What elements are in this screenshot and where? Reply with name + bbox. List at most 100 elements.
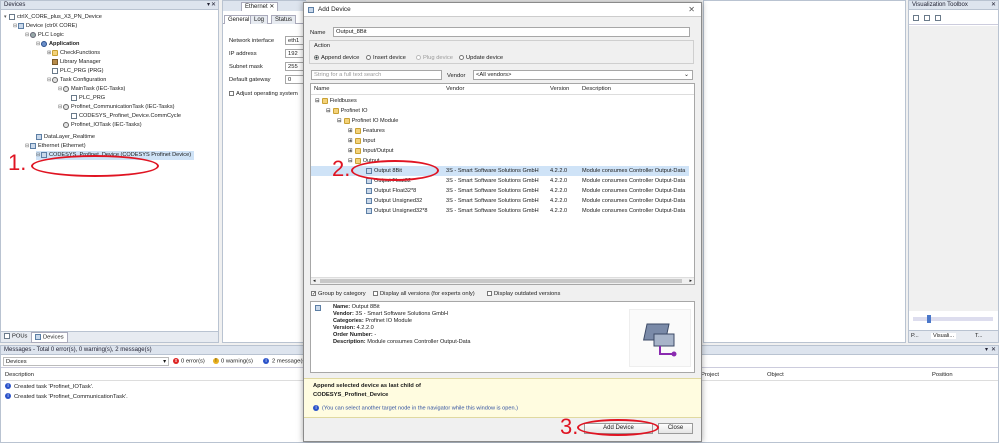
scroll-right-icon[interactable]: ▸	[689, 278, 692, 284]
tree-item-checkfunctions[interactable]: ⊞ CheckFunctions	[47, 49, 100, 58]
radio-append-device[interactable]: Append device	[314, 55, 359, 61]
message-row[interactable]: i Created task 'Profinet_IOTask'.	[5, 383, 94, 392]
radio-update-device[interactable]: Update device	[459, 55, 503, 61]
tree-item-plc-logic[interactable]: ⊟ PLC Logic	[25, 31, 64, 40]
tree-item-plc-prg[interactable]: PLC_PRG (PRG)	[52, 67, 104, 76]
toolbox-sort-icon[interactable]	[935, 15, 941, 21]
close-icon[interactable]: ✕	[688, 5, 695, 14]
device-list-row[interactable]: ⊟ Profinet IO	[311, 106, 689, 116]
adjust-os-checkbox[interactable]: Adjust operating system	[229, 91, 298, 97]
tab-p[interactable]: P...	[911, 333, 919, 339]
device-list-row[interactable]: ⊟ Profinet IO Module	[311, 116, 689, 126]
tree-item-datalayer[interactable]: DataLayer_Realtime	[36, 133, 95, 142]
device-list-row[interactable]: ⊟ Fieldbuses	[311, 96, 689, 106]
device-list-row[interactable]: ⊞ Input	[311, 136, 689, 146]
vendor-select[interactable]: <All vendors> ⌄	[473, 70, 693, 80]
collapse-icon[interactable]: ⊟	[326, 108, 331, 114]
expand-icon[interactable]: ⊞	[348, 148, 353, 154]
ethernet-editor: Ethernet ✕ General Log Status Network in…	[222, 0, 307, 343]
panel-menu-icon[interactable]: ▾	[985, 346, 988, 355]
info-version: 4.2.2.0	[356, 325, 374, 331]
tree-label: Task Configuration	[60, 77, 107, 83]
checkbox-checked-icon[interactable]: ✓	[311, 291, 316, 297]
tab-devices[interactable]: Devices	[31, 332, 68, 343]
expand-icon[interactable]: ⊞	[348, 138, 353, 144]
tree-item-comm-task[interactable]: ⊟ Profinet_CommunicationTask (IEC-Tasks)	[58, 103, 175, 112]
toolbox-toolbar	[909, 11, 998, 25]
tree-item-task-config[interactable]: ⊟ Task Configuration	[47, 76, 106, 85]
subtab-status[interactable]: Status	[271, 15, 297, 24]
radio-icon[interactable]	[459, 55, 464, 60]
close-icon[interactable]: ✕	[211, 1, 216, 10]
col-version[interactable]: Version	[550, 86, 569, 92]
errors-filter[interactable]: x0 error(s)	[173, 358, 205, 365]
device-list-row[interactable]: Output Unsigned32*8 3S - Smart Software S…	[311, 206, 689, 216]
device-list-row[interactable]: ⊞ Input/Output	[311, 146, 689, 156]
col-name[interactable]: Name	[314, 86, 329, 92]
close-icon[interactable]: ✕	[991, 1, 996, 10]
device-name-text: Features	[362, 128, 385, 134]
message-source-select[interactable]: Devices ▾	[3, 357, 169, 366]
toolbox-view-icon[interactable]	[913, 15, 919, 21]
message-row[interactable]: i Created task 'Profinet_CommunicationTas…	[5, 393, 128, 402]
task-icon	[63, 85, 69, 92]
device-list-row[interactable]: Output Unsigned32 3S - Smart Software Sol…	[311, 196, 689, 206]
slider-thumb-icon[interactable]	[927, 315, 931, 323]
messages-filter[interactable]: i2 message(s)	[263, 358, 307, 365]
tree-item-maintask[interactable]: ⊟ MainTask (IEC-Tasks)	[58, 85, 125, 94]
tab-pous[interactable]: POUs	[4, 333, 27, 340]
profinet-device-icon	[41, 151, 47, 158]
group-by-category-checkbox[interactable]: ✓ Group by category	[311, 291, 366, 297]
tab-visualization[interactable]: Visuali...	[931, 333, 957, 339]
tree-item-application[interactable]: ⊟ Application	[36, 40, 79, 49]
collapse-icon[interactable]: ⊟	[315, 98, 320, 104]
radio-selected-icon[interactable]	[314, 55, 319, 60]
warnings-filter[interactable]: ! 0 warning(s)	[213, 358, 253, 365]
tab-ethernet[interactable]: Ethernet ✕	[241, 2, 279, 11]
tree-item-ethernet[interactable]: ⊟ Ethernet (Ethernet)	[25, 142, 86, 151]
checkbox-icon[interactable]	[487, 291, 492, 296]
tree-item-library-manager[interactable]: Library Manager	[52, 58, 101, 67]
radio-insert-device[interactable]: Insert device	[366, 55, 406, 61]
collapse-icon[interactable]: ⊟	[337, 118, 342, 124]
toolbox-slider[interactable]	[913, 315, 993, 323]
subtab-log[interactable]: Log	[250, 15, 269, 24]
tree-item-commcycle[interactable]: CODESYS_Profinet_Device.CommCycle	[71, 112, 181, 121]
dropdown-icon[interactable]: ▾	[163, 358, 166, 366]
device-list-row[interactable]: ⊞ Features	[311, 126, 689, 136]
close-tab-icon[interactable]: ✕	[269, 4, 274, 10]
close-icon[interactable]: ✕	[991, 346, 996, 355]
col-position[interactable]: Position	[932, 372, 953, 378]
device-list-row[interactable]: Output Float32*8 3S - Smart Software Solu…	[311, 186, 689, 196]
folder-icon	[52, 49, 58, 56]
tree-item-maintask-plc-prg[interactable]: PLC_PRG	[71, 94, 105, 103]
errors-count: 0 error(s)	[181, 358, 205, 365]
toolbox-title-text: Visualization Toolbox	[912, 2, 968, 8]
col-object[interactable]: Object	[767, 372, 784, 378]
close-button[interactable]: Close	[658, 423, 693, 434]
scroll-thumb[interactable]	[320, 279, 682, 283]
subtab-general[interactable]: General	[224, 15, 254, 24]
tree-label: Application	[49, 41, 80, 47]
full-text-search-input[interactable]: String for a full text search	[311, 70, 442, 80]
panel-menu-icon[interactable]: ▾	[207, 1, 210, 10]
tree-item-io-task[interactable]: Profinet_IOTask (IEC-Tasks)	[63, 121, 142, 130]
col-project[interactable]: Project	[701, 372, 719, 378]
checkbox-icon[interactable]	[373, 291, 378, 296]
scroll-left-icon[interactable]: ◂	[313, 278, 316, 284]
tree-item-project[interactable]: ▾ ctrlX_CORE_plus_X3_PN_Device	[4, 13, 102, 22]
tree-item-device[interactable]: ⊟ Device (ctrlX CORE)	[13, 22, 77, 31]
dropdown-icon[interactable]: ⌄	[684, 71, 689, 79]
col-description[interactable]: Description	[5, 372, 34, 378]
col-description[interactable]: Description	[582, 86, 611, 92]
device-name-field[interactable]: Output_8Bit	[333, 27, 690, 37]
list-scrollbar[interactable]: ◂ ▸	[311, 277, 694, 284]
tab-t[interactable]: T...	[975, 333, 982, 339]
expand-icon[interactable]: ⊞	[348, 128, 353, 134]
display-all-versions-checkbox[interactable]: Display all versions (for experts only)	[373, 291, 475, 297]
radio-icon[interactable]	[366, 55, 371, 60]
display-outdated-checkbox[interactable]: Display outdated versions	[487, 291, 560, 297]
toolbox-list-icon[interactable]	[924, 15, 930, 21]
checkbox-icon[interactable]	[229, 91, 234, 96]
col-vendor[interactable]: Vendor	[446, 86, 464, 92]
